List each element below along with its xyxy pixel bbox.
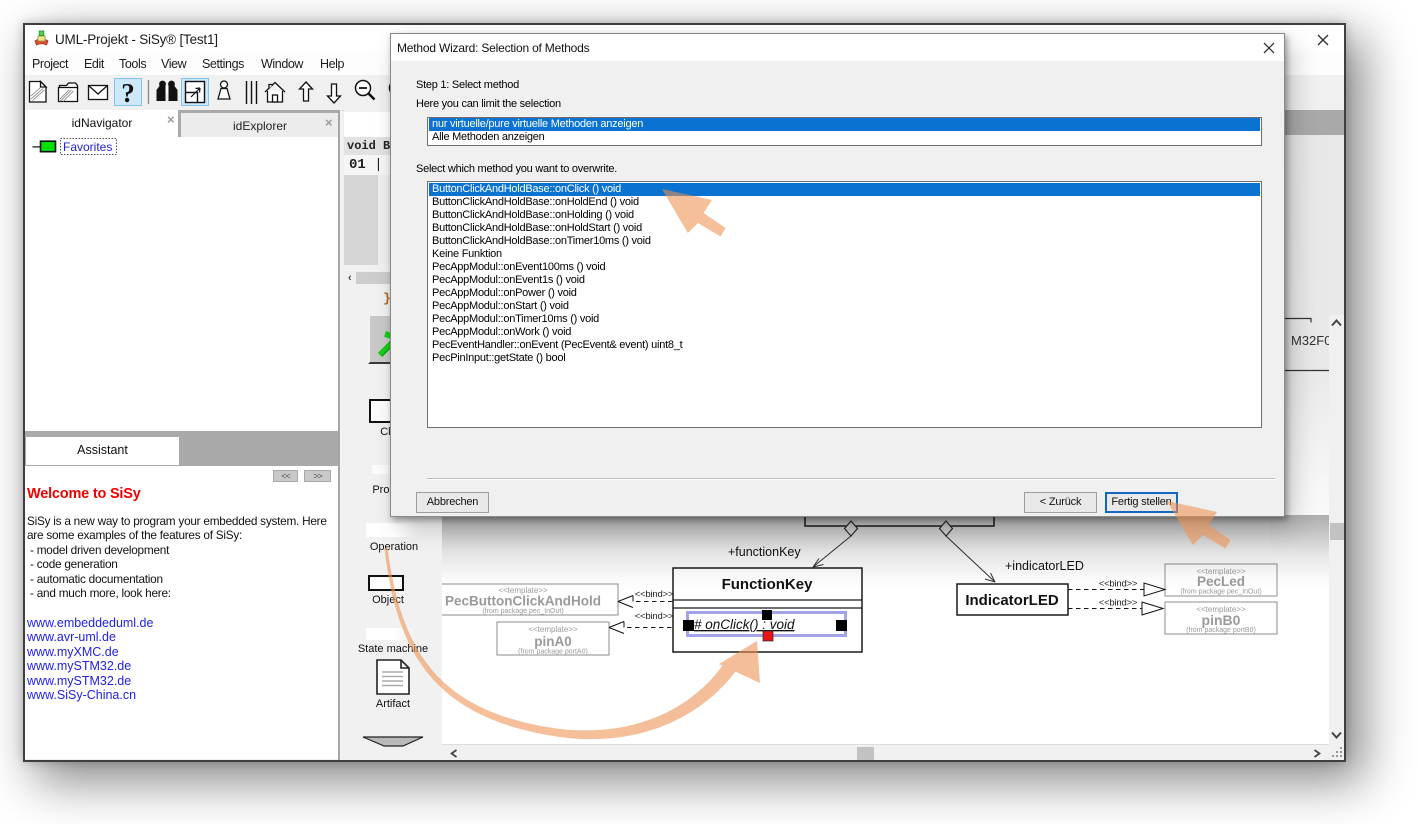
svg-text:pinB0: pinB0 [1202,612,1241,628]
svg-text:M32F0: M32F0 [1291,333,1329,348]
svg-text:?: ? [121,78,135,108]
svg-text:<<template>>: <<template>> [528,625,578,634]
svg-text:# onClick() : void: # onClick() : void [694,617,795,632]
svg-text:PecButtonClickAndHold: PecButtonClickAndHold [445,594,601,609]
svg-text:(from package pec_InOut): (from package pec_InOut) [482,608,563,615]
svg-text:(from package portB0): (from package portB0) [1186,627,1256,634]
svg-text:<<bind>>: <<bind>> [635,589,674,600]
svg-text:pinA0: pinA0 [534,634,572,649]
svg-text:(from package portA0): (from package portA0) [518,649,588,656]
svg-text:<<bind>>: <<bind>> [635,611,674,622]
svg-text:<<bind>>: <<bind>> [1099,598,1138,609]
svg-text:IndicatorLED: IndicatorLED [965,592,1059,609]
